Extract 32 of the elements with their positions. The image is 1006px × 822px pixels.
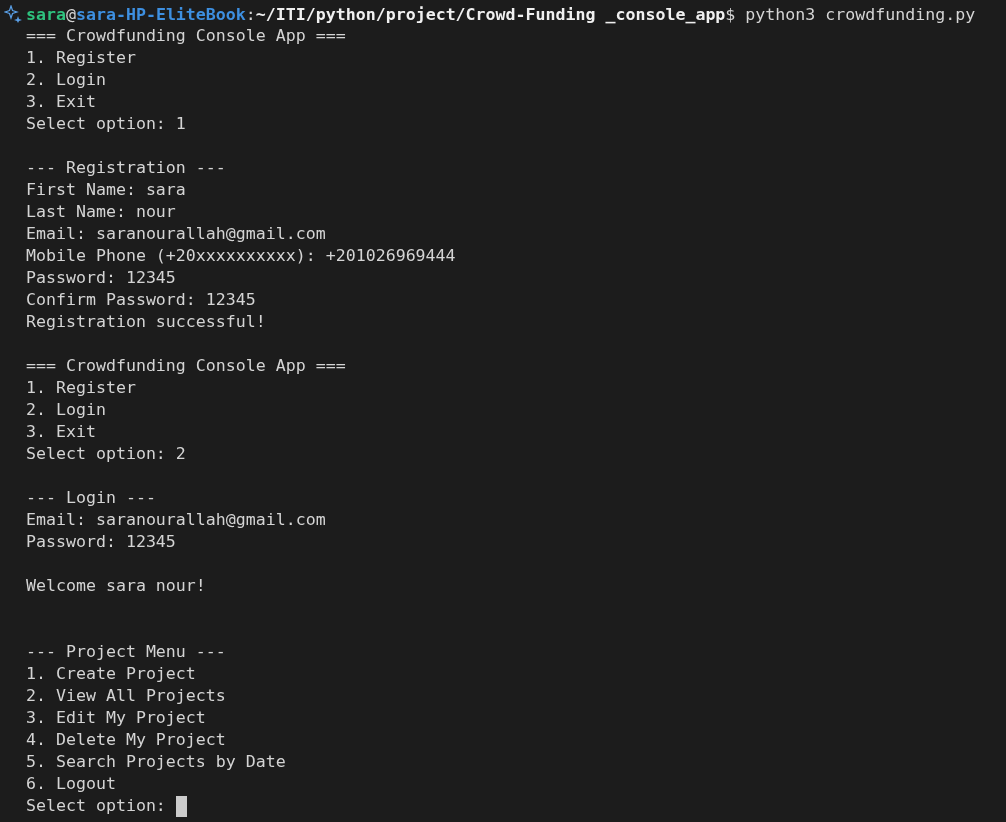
output-line: === Crowdfunding Console App === xyxy=(26,355,346,377)
output-line: --- Registration --- xyxy=(26,157,226,179)
output-line: Last Name: nour xyxy=(26,201,176,223)
output-line: 1. Register xyxy=(26,377,136,399)
output-line: Welcome sara nour! xyxy=(26,575,206,597)
output-line: 5. Search Projects by Date xyxy=(26,751,286,773)
output-line: --- Login --- xyxy=(26,487,156,509)
output-line: --- Project Menu --- xyxy=(26,641,226,663)
output-line: 3. Exit xyxy=(26,91,96,113)
output-line: Password: 12345 xyxy=(26,531,176,553)
output-line: Registration successful! xyxy=(26,311,266,333)
output-line: First Name: sara xyxy=(26,179,186,201)
output-line: Password: 12345 xyxy=(26,267,176,289)
output-line: 2. Login xyxy=(26,69,106,91)
output-line: 1. Create Project xyxy=(26,663,196,685)
output-line: 4. Delete My Project xyxy=(26,729,226,751)
output-line: Select option: 1 xyxy=(26,113,186,135)
sparkle-icon xyxy=(4,5,22,23)
output-line: Email: saranourallah@gmail.com xyxy=(26,223,326,245)
output-line: Select option: xyxy=(26,795,167,817)
output-line: 3. Edit My Project xyxy=(26,707,206,729)
output-line: Confirm Password: 12345 xyxy=(26,289,256,311)
output-line: === Crowdfunding Console App === xyxy=(26,25,346,47)
output-line: 6. Logout xyxy=(26,773,116,795)
output-line: 1. Register xyxy=(26,47,136,69)
output-line: 3. Exit xyxy=(26,421,96,443)
output-line: 2. View All Projects xyxy=(26,685,226,707)
output-line: Select option: 2 xyxy=(26,443,186,465)
output-line: Mobile Phone (+20xxxxxxxxxx): +201026969444 xyxy=(26,245,456,267)
prompt-line: sara@sara-HP-EliteBook:~/ITI/python/project/Crowd-Funding _console_app$ python3 crowdfunding.py xyxy=(26,4,976,24)
output-line: 2. Login xyxy=(26,399,106,421)
output-line: Email: saranourallah@gmail.com xyxy=(26,509,326,531)
